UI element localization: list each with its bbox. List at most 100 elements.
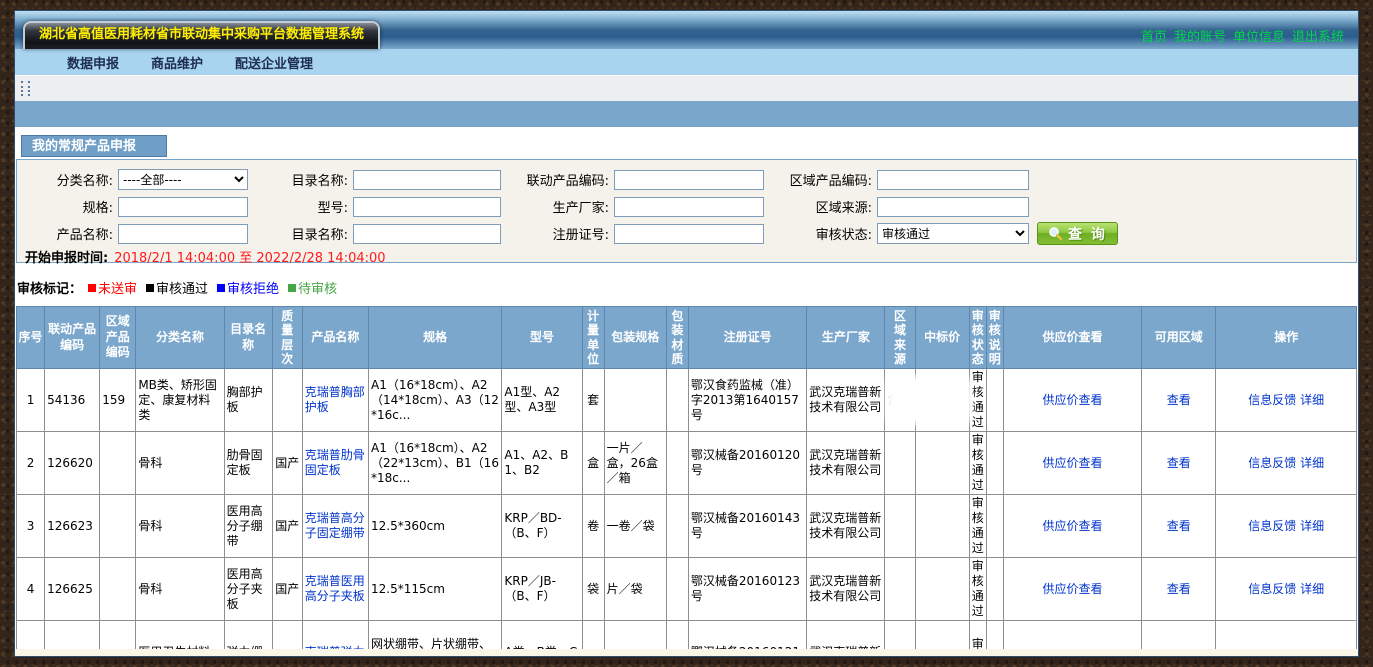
link-supply_price[interactable]: 供应价查看 — [1042, 456, 1102, 470]
op-link-1[interactable]: 详细 — [1300, 456, 1324, 470]
link-supply_price[interactable]: 供应价查看 — [1042, 393, 1102, 407]
col-header-unit: 计量单位 — [582, 307, 604, 369]
link-available_region[interactable]: 查看 — [1167, 393, 1191, 407]
app-title: 湖北省高值医用耗材省市联动集中采购平台数据管理系统 — [39, 27, 364, 42]
filter-select[interactable]: ----全部---- — [118, 169, 248, 190]
legend-square-icon — [217, 284, 225, 292]
cell-reg_no: 鄂汉械备20160120号 — [688, 432, 806, 495]
filter-input[interactable] — [353, 197, 501, 217]
search-button[interactable]: 查 询 — [1037, 222, 1118, 245]
cell-catalog: 医用高分子夹板 — [224, 558, 272, 621]
cell-pack_material — [666, 432, 688, 495]
cell-audit_note — [986, 369, 1003, 432]
link-available_region[interactable]: 查看 — [1167, 582, 1191, 596]
cell-link_code: 126623 — [45, 495, 100, 558]
filter-input[interactable] — [614, 197, 764, 217]
link-supply_price[interactable]: 供应价查看 — [1042, 519, 1102, 533]
audit-legend-items: 未送审审核通过审核拒绝待审核 — [88, 278, 346, 297]
cell-model: A1型、A2型、A3型 — [502, 369, 582, 432]
op-link-0[interactable]: 信息反馈 — [1248, 456, 1296, 470]
cell-operation: 信息反馈 详细 — [1216, 432, 1357, 495]
cell-model: KRP／JB-（B、F） — [502, 558, 582, 621]
cell-quality: 国产 — [272, 495, 302, 558]
audit-legend-label: 审核标记： — [17, 278, 82, 297]
op-link-0[interactable]: 信息反馈 — [1248, 393, 1296, 407]
col-header-product: 产品名称 — [302, 307, 368, 369]
cell-product: 克瑞普胸部护板 — [302, 369, 368, 432]
link-available_region[interactable]: 查看 — [1167, 519, 1191, 533]
filter-label: 区域产品编码: — [764, 170, 877, 189]
filter-row-1: 规格:型号:生产厂家:区域来源: — [17, 193, 1356, 220]
filter-input[interactable] — [353, 224, 501, 244]
cell-reg_no: 鄂汉械备20160143号 — [688, 495, 806, 558]
cell-model: KRP／BD-（B、F） — [502, 495, 582, 558]
filter-input[interactable] — [877, 170, 1029, 190]
op-link-0[interactable]: 信息反馈 — [1248, 582, 1296, 596]
top-link-3[interactable]: 退出系统 — [1292, 30, 1344, 45]
op-link-1[interactable]: 详细 — [1300, 519, 1324, 533]
filter-row-0: 分类名称:----全部----目录名称:联动产品编码:区域产品编码: — [17, 166, 1356, 193]
col-header-reg_no: 注册证号 — [688, 307, 806, 369]
link-product[interactable]: 克瑞普胸部护板 — [305, 385, 365, 414]
declare-time-label: 开始申报时间: — [25, 247, 108, 266]
col-header-audit_note: 审核说明 — [986, 307, 1003, 369]
cell-bid_price — [915, 432, 969, 495]
op-link-0[interactable]: 信息反馈 — [1248, 519, 1296, 533]
cell-region_code — [100, 558, 136, 621]
top-link-0[interactable]: 首页 — [1141, 30, 1167, 45]
menu-item-0[interactable]: 数据申报 — [67, 53, 119, 72]
op-link-1[interactable]: 详细 — [1300, 582, 1324, 596]
cell-operation: 信息反馈 详细 — [1216, 369, 1357, 432]
link-product[interactable]: 克瑞普医用高分子夹板 — [305, 574, 365, 603]
col-header-bid_price: 中标价 — [915, 307, 969, 369]
search-button-label: 查 询 — [1068, 224, 1107, 244]
filter-input[interactable] — [118, 197, 248, 217]
cell-seq: 1 — [17, 369, 45, 432]
cell-region_code: 159 — [100, 369, 136, 432]
top-link-1[interactable]: 我的账号 — [1174, 30, 1226, 45]
top-links: 首页我的账号单位信息退出系统 — [1134, 26, 1344, 45]
op-link-1[interactable]: 详细 — [1300, 393, 1324, 407]
col-header-supply_price: 供应价查看 — [1003, 307, 1141, 369]
filter-label: 分类名称: — [17, 170, 118, 189]
link-product[interactable]: 克瑞普肋骨固定板 — [305, 448, 365, 477]
declare-time-row: 开始申报时间: 2018/2/1 14:04:00 至 2022/2/28 14… — [17, 247, 1356, 265]
content-area: 我的常规产品申报 分类名称:----全部----目录名称:联动产品编码:区域产品… — [15, 127, 1358, 657]
filter-input[interactable] — [353, 170, 501, 190]
audit-legend: 审核标记： 未送审审核通过审核拒绝待审核 — [17, 279, 1358, 296]
section-tab[interactable]: 我的常规产品申报 — [21, 135, 167, 157]
table-row: 4126625骨科医用高分子夹板国产克瑞普医用高分子夹板12.5*115cmKR… — [17, 558, 1357, 621]
legend-item-text: 审核通过 — [156, 278, 208, 297]
cell-audit_note — [986, 495, 1003, 558]
filter-input[interactable] — [614, 224, 764, 244]
filter-label: 规格: — [17, 197, 118, 216]
cell-region_source — [885, 432, 915, 495]
filter-input[interactable] — [118, 224, 248, 244]
top-link-2[interactable]: 单位信息 — [1233, 30, 1285, 45]
col-header-seq: 序号 — [17, 307, 45, 369]
cell-operation: 信息反馈 详细 — [1216, 495, 1357, 558]
cell-seq: 3 — [17, 495, 45, 558]
link-product[interactable]: 克瑞普高分子固定绷带 — [305, 511, 365, 540]
cell-available_region: 查看 — [1142, 558, 1216, 621]
link-supply_price[interactable]: 供应价查看 — [1042, 582, 1102, 596]
cell-catalog: 肋骨固定板 — [224, 432, 272, 495]
col-header-pack_material: 包装材质 — [666, 307, 688, 369]
cell-audit_status: 审核通过 — [969, 495, 986, 558]
cell-available_region: 查看 — [1142, 495, 1216, 558]
col-header-available_region: 可用区域 — [1142, 307, 1216, 369]
menu-item-2[interactable]: 配送企业管理 — [235, 53, 313, 72]
cell-region_source: 黄石 — [885, 369, 915, 432]
filter-label: 型号: — [248, 197, 353, 216]
cell-manufacturer: 武汉克瑞普新技术有限公司 — [807, 369, 885, 432]
filter-input[interactable] — [877, 197, 1029, 217]
link-available_region[interactable]: 查看 — [1167, 456, 1191, 470]
filter-input[interactable] — [614, 170, 764, 190]
menu-item-1[interactable]: 商品维护 — [151, 53, 203, 72]
filter-label: 目录名称: — [248, 224, 353, 243]
collapse-grip-icon[interactable] — [21, 81, 30, 96]
cell-region_source — [885, 558, 915, 621]
filter-label: 产品名称: — [17, 224, 118, 243]
filter-select[interactable]: 审核通过 — [877, 223, 1029, 244]
cell-manufacturer: 武汉克瑞普新技术有限公司 — [807, 432, 885, 495]
